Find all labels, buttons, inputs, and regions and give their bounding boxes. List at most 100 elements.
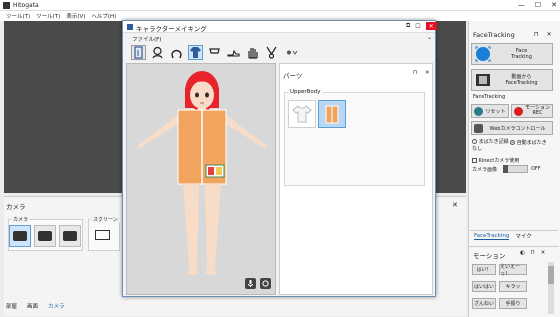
window-controls: — ☐ ✕ [518,1,557,9]
lower-body-tool[interactable] [207,45,222,60]
radio-auto-blink[interactable]: 自動まばたき [510,139,547,146]
camera-display-toggle[interactable] [503,165,528,173]
part-item-white-shirt[interactable] [288,100,316,128]
radio-label: まばたき記録なし [472,139,509,152]
part-item-orange-top[interactable] [318,100,346,128]
camera-icon [38,231,52,241]
more-tool[interactable] [283,45,299,60]
white-shirt-icon [292,105,312,123]
radio-label: 自動まばたき [516,140,547,146]
motion-scrollbar[interactable] [548,262,554,314]
app-logo-icon [3,2,10,9]
webcam-control-button[interactable]: Webカメラコントロール [471,121,553,135]
record-icon [514,106,523,116]
face-tracking-panel-controls[interactable]: ⊓ ✕ [534,31,555,38]
maximize-icon[interactable]: ☐ [415,23,420,30]
mic-button[interactable] [245,278,256,289]
checkbox[interactable] [472,158,477,163]
right-tab-bar: FaceTracking マイク [470,230,558,241]
chevron-down-icon[interactable]: ⌄ [427,34,432,41]
accessory-tool[interactable] [264,45,279,60]
motion-button[interactable]: はいはい [472,281,496,292]
head-tool[interactable] [150,45,165,60]
restore-icon[interactable]: ⧉ [406,22,410,30]
orange-top-icon [325,105,339,124]
dialog-window-controls: ⧉ ☐ ✕ [406,22,437,30]
app-title: Hitogata [13,2,39,9]
shoes-icon [227,49,240,57]
scrollbar-thumb[interactable] [548,266,554,284]
head-icon [152,46,163,59]
face-tracking-icon [475,46,491,62]
motion-rec-button[interactable]: モーション REC [511,104,553,118]
motion-button[interactable]: えいえーっ！ [499,264,527,277]
upper-body-icon [190,47,201,58]
kinect-checkbox[interactable]: Kinectカメラ使用 [472,157,519,164]
rotate-button[interactable] [260,278,271,289]
camera-3-button[interactable] [59,225,81,247]
kinect-checkbox-label: Kinectカメラ使用 [478,158,520,164]
menu-item-help[interactable]: ヘルプ(H) [91,12,116,20]
webcam-control-label: Webカメラコントロール [489,125,546,132]
lower-body-icon [209,48,220,54]
tab-camera[interactable]: カメラ [48,302,65,310]
camera-2-button[interactable] [34,225,56,247]
hand-icon [248,48,258,59]
motion-panel-controls[interactable]: ◐ ⊓ ✕ [520,250,547,256]
camera-group-label: カメラ [11,216,31,223]
motion-panel-title: モーション [473,252,506,260]
menu-item-tools[interactable]: ツール(T) [36,12,60,20]
dialog-close-button[interactable]: ✕ [425,22,437,30]
camera-icon [63,231,77,241]
parts-panel-title: パーツ [283,72,303,80]
camera-display-label: カメラ画像 [472,167,498,173]
camera-panel-close-icon[interactable]: ✕ [452,201,458,209]
menu-item-view[interactable]: 表示(V) [66,12,85,20]
body-tool[interactable] [131,45,146,60]
microphone-icon [248,280,253,287]
upper-body-tool[interactable] [188,45,203,60]
motion-button[interactable]: ざんねい [472,298,496,309]
camera-icon [13,231,27,241]
hair-tool[interactable] [169,45,184,60]
tab-microphone[interactable]: マイク [515,232,531,240]
motion-button[interactable]: 手振り [499,298,527,309]
video-face-tracking-label: 動画から FaceTracking [505,74,538,86]
reset-button-label: リセット [485,108,506,115]
screen-button[interactable] [92,225,112,245]
dialog-menu-file[interactable]: ファイル(F) [132,35,161,43]
character-preview[interactable] [126,63,276,295]
maximize-icon[interactable]: ☐ [535,1,541,9]
motion-button[interactable]: キラッ [499,281,527,292]
face-tracking-title: FaceTracking [473,31,515,39]
close-icon[interactable]: ✕ [551,1,557,9]
toggle-knob[interactable] [503,165,508,173]
upperbody-group-label: UpperBody [288,89,323,95]
radio-no-blink[interactable]: まばたき記録なし [472,139,510,153]
motion-button[interactable]: はい！ [472,264,496,275]
face-tracking-button-label: Face Tracking [511,48,532,60]
face-tracking-button[interactable]: Face Tracking [471,43,553,65]
character-figure [137,71,267,275]
tab-room[interactable]: 部屋 [6,302,17,310]
camera-panel-title: カメラ [6,203,26,211]
radio-button[interactable] [472,139,477,144]
film-icon [476,74,490,86]
tab-face-tracking[interactable]: FaceTracking [474,233,510,240]
rotate-icon [262,280,269,287]
shoes-tool[interactable] [226,45,241,60]
hand-tool[interactable] [245,45,260,60]
radio-button-selected[interactable] [510,140,515,145]
tab-screen[interactable]: 画面 [27,302,38,310]
screen-group-label: スクリーン [91,216,120,223]
camera-1-button[interactable] [9,225,31,247]
video-face-tracking-button[interactable]: 動画から FaceTracking [471,69,553,91]
reset-button[interactable]: リセット [471,104,509,118]
parts-panel-controls[interactable]: ⊓ ✕ [413,70,433,76]
minimize-icon[interactable]: — [518,1,525,9]
parts-toolbar [126,43,434,62]
reset-icon [474,106,483,116]
accessory-icon [266,46,277,59]
menu-item-file[interactable]: ツール(T) [6,12,30,20]
bottom-tab-bar: 部屋 画面 カメラ [6,302,65,310]
